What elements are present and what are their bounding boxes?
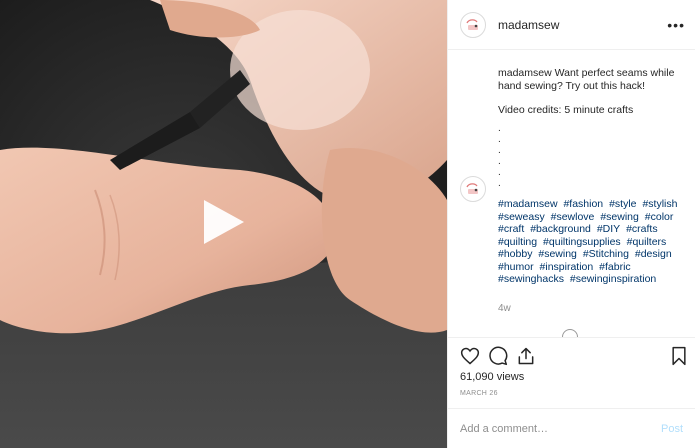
- hashtag-link[interactable]: #stylish: [642, 198, 677, 210]
- hashtag-link[interactable]: #seweasy: [498, 211, 545, 223]
- dot: .: [498, 145, 501, 156]
- header-username[interactable]: madamsew: [498, 18, 559, 32]
- hashtag-link[interactable]: #color: [645, 211, 674, 223]
- share-icon[interactable]: [516, 346, 536, 366]
- hashtag-link[interactable]: #hobby: [498, 248, 532, 260]
- post-header: madamsew •••: [448, 0, 695, 50]
- post-comment-button[interactable]: Post: [661, 423, 683, 435]
- hashtag-link[interactable]: #quiltingsupplies: [543, 236, 621, 248]
- madamsew-logo-icon: [463, 14, 483, 35]
- caption-dots: . . . . . .: [498, 123, 501, 189]
- hashtag-link[interactable]: #quilters: [627, 236, 667, 248]
- hashtag-link[interactable]: #craft: [498, 223, 524, 235]
- comment-input[interactable]: Add a comment…: [460, 423, 548, 435]
- hashtag-link[interactable]: #fashion: [563, 198, 603, 210]
- comment-avatar[interactable]: [460, 176, 486, 202]
- hashtag-link[interactable]: #background: [530, 223, 591, 235]
- avatar[interactable]: [460, 11, 486, 38]
- caption: madamsew Want perfect seams while hand s…: [498, 67, 688, 117]
- hashtag-link[interactable]: #design: [635, 248, 672, 260]
- dot: .: [498, 123, 501, 134]
- caption-username[interactable]: madamsew: [498, 67, 552, 79]
- hashtag-link[interactable]: #DIY: [597, 223, 620, 235]
- dot: .: [498, 156, 501, 167]
- instagram-post: madamsew ••• madamsew Want perfect seams…: [0, 0, 695, 448]
- comment-timestamp: 4w: [498, 303, 511, 314]
- view-count[interactable]: 61,090 views: [460, 371, 524, 383]
- hashtag-link[interactable]: #humor: [498, 261, 534, 273]
- heart-icon[interactable]: [460, 346, 480, 366]
- hashtag-link[interactable]: #madamsew: [498, 198, 558, 210]
- post-date: MARCH 26: [460, 390, 498, 397]
- hashtag-link[interactable]: #quilting: [498, 236, 537, 248]
- hashtag-link[interactable]: #sewlove: [551, 211, 595, 223]
- hashtag-link[interactable]: #sewing: [538, 248, 577, 260]
- madamsew-logo-icon: [463, 179, 483, 199]
- hashtag-link[interactable]: #sewing: [600, 211, 639, 223]
- comment-icon[interactable]: [488, 346, 508, 366]
- dot: .: [498, 178, 501, 189]
- hashtag-link[interactable]: #Stitching: [583, 248, 629, 260]
- bookmark-icon[interactable]: [670, 346, 688, 366]
- loading-spinner-icon: [562, 329, 578, 337]
- add-comment-bar: Add a comment… Post: [448, 408, 695, 448]
- dot: .: [498, 134, 501, 145]
- video-player[interactable]: [0, 0, 447, 448]
- comments-area: madamsew Want perfect seams while hand s…: [448, 50, 695, 337]
- hashtags: #madamsew #fashion #style #stylish #sewe…: [498, 198, 688, 286]
- hashtag-link[interactable]: #sewinginspiration: [570, 273, 656, 285]
- hashtag-link[interactable]: #inspiration: [540, 261, 594, 273]
- hashtag-link[interactable]: #sewinghacks: [498, 273, 564, 285]
- post-sidebar: madamsew ••• madamsew Want perfect seams…: [447, 0, 695, 448]
- hashtag-link[interactable]: #crafts: [626, 223, 658, 235]
- hashtag-link[interactable]: #fabric: [599, 261, 631, 273]
- action-bar: [448, 337, 695, 374]
- dot: .: [498, 167, 501, 178]
- hashtag-link[interactable]: #style: [609, 198, 636, 210]
- play-icon[interactable]: [200, 198, 248, 246]
- ellipsis-icon[interactable]: •••: [667, 18, 685, 32]
- video-credits: Video credits: 5 minute crafts: [498, 104, 634, 116]
